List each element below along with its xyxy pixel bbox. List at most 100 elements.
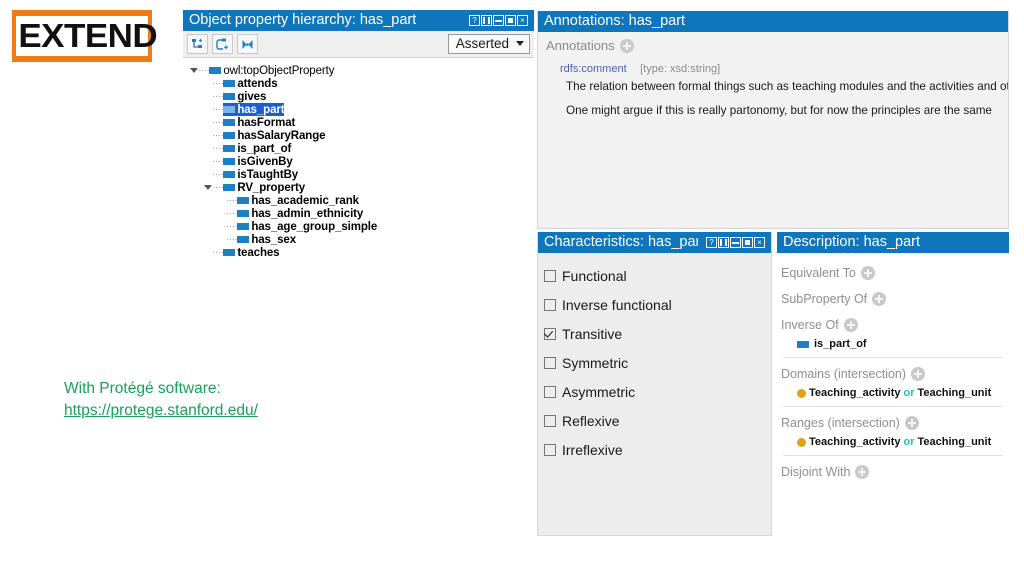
tree-item-content[interactable]: isTaughtBy <box>223 168 298 181</box>
tree-item-is-part-of[interactable]: ···· is_part_of <box>189 142 534 155</box>
expand-triangle-icon[interactable] <box>203 185 212 190</box>
divider <box>783 406 1003 407</box>
help-icon[interactable]: ? <box>469 15 480 26</box>
description-section-subproperty-of: SubProperty Of <box>781 289 1005 309</box>
tree-item-has-part[interactable]: ···· has_part <box>189 103 534 116</box>
checkbox-reflexive[interactable] <box>544 414 556 427</box>
object-property-icon <box>223 171 236 178</box>
add-annotation-icon[interactable] <box>619 38 634 53</box>
tree-item-content[interactable]: has_academic_rank <box>237 194 359 207</box>
split-icon[interactable] <box>481 15 492 26</box>
characteristic-functional[interactable]: Functional <box>544 261 771 290</box>
description-item[interactable]: Teaching_activity or Teaching_unit <box>797 435 1005 449</box>
characteristic-transitive[interactable]: Transitive <box>544 319 771 348</box>
checkbox-label: Symmetric <box>562 354 629 371</box>
view-selector-asserted[interactable]: Asserted <box>447 34 530 54</box>
help-icon[interactable]: ? <box>706 237 717 248</box>
description-section-header: Domains (intersection) <box>781 364 1005 384</box>
tree-item-hassalaryrange[interactable]: ···· hasSalaryRange <box>189 129 534 142</box>
maximize-icon[interactable] <box>505 15 516 26</box>
tree-item-rv-property[interactable]: ···· RV_property <box>189 181 534 194</box>
tree-item-attends[interactable]: ···· attends <box>189 77 534 90</box>
tree-item-selected[interactable]: has_part <box>223 103 285 116</box>
minimize-icon[interactable] <box>730 237 741 248</box>
tree-item-content[interactable]: hasSalaryRange <box>223 129 326 142</box>
characteristic-reflexive[interactable]: Reflexive <box>544 406 771 435</box>
tree-item-istaughtby[interactable]: ···· isTaughtBy <box>189 168 534 181</box>
description-section-label: SubProperty Of <box>781 292 868 306</box>
tree-item-content[interactable]: owl:topObjectProperty <box>209 64 334 77</box>
description-section-inverse-of: Inverse Of is_part_of <box>781 315 1005 358</box>
class-expression-operator: or <box>903 387 915 399</box>
expand-triangle-icon[interactable] <box>189 68 198 73</box>
tree-item-has-sex[interactable]: ···· has_sex <box>189 233 534 246</box>
tree-item-hasformat[interactable]: ···· hasFormat <box>189 116 534 129</box>
tree-item-content[interactable]: isGivenBy <box>223 155 293 168</box>
tree-item-has-age-group-simple[interactable]: ···· has_age_group_simple <box>189 220 534 233</box>
checkbox-label: Asymmetric <box>562 383 636 400</box>
tree-connector: ···· <box>198 65 210 76</box>
description-section-header: Disjoint With <box>781 462 1005 482</box>
checkbox-irreflexive[interactable] <box>544 443 556 456</box>
description-section-domains-intersection: Domains (intersection) Teaching_activity … <box>781 364 1005 407</box>
tree-item-isgivenby[interactable]: ···· isGivenBy <box>189 155 534 168</box>
tree-item-content[interactable]: hasFormat <box>223 116 295 129</box>
checkbox-functional[interactable] <box>544 269 556 282</box>
tree-item-has-admin-ethnicity[interactable]: ···· has_admin_ethnicity <box>189 207 534 220</box>
checkbox-symmetric[interactable] <box>544 356 556 369</box>
tree-window-controls: ? × <box>461 15 528 26</box>
add-subproperty-of-icon[interactable] <box>872 292 887 306</box>
characteristic-irreflexive[interactable]: Irreflexive <box>544 435 771 464</box>
add-ranges-intersection-icon[interactable] <box>904 416 919 430</box>
class-expression-right: Teaching_unit <box>917 436 992 448</box>
tree-connector: ···· <box>212 182 224 193</box>
description-item[interactable]: Teaching_activity or Teaching_unit <box>797 386 1005 400</box>
tree-item-content[interactable]: RV_property <box>223 181 305 194</box>
tree-item-content[interactable]: has_sex <box>237 233 296 246</box>
checkbox-label: Functional <box>562 267 627 284</box>
tree-item-content[interactable]: attends <box>223 77 278 90</box>
characteristic-asymmetric[interactable]: Asymmetric <box>544 377 771 406</box>
checkbox-label: Irreflexive <box>562 441 623 458</box>
description-section-disjoint-with: Disjoint With <box>781 462 1005 482</box>
tree-item-owl-topobjectproperty[interactable]: ···· owl:topObjectProperty <box>189 64 534 77</box>
characteristic-inverse-functional[interactable]: Inverse functional <box>544 290 771 319</box>
characteristics-checkbox-list: Functional Inverse functional Transitive Sy… <box>538 253 771 464</box>
tree-item-gives[interactable]: ···· gives <box>189 90 534 103</box>
maximize-icon[interactable] <box>742 237 753 248</box>
add-disjoint-with-icon[interactable] <box>855 465 870 479</box>
annotation-datatype: [type: xsd:string] <box>640 63 721 75</box>
description-section-header: Inverse Of <box>781 315 1005 335</box>
checkbox-inverse-functional[interactable] <box>544 298 556 311</box>
characteristic-symmetric[interactable]: Symmetric <box>544 348 771 377</box>
close-icon[interactable]: × <box>517 15 528 26</box>
checkbox-transitive[interactable] <box>544 327 556 340</box>
tree-item-content[interactable]: has_age_group_simple <box>237 220 377 233</box>
checkbox-asymmetric[interactable] <box>544 385 556 398</box>
add-equivalent-to-icon[interactable] <box>860 266 875 280</box>
close-icon[interactable]: × <box>754 237 765 248</box>
add-sub-property-icon[interactable] <box>187 34 208 54</box>
tree-item-content[interactable]: is_part_of <box>223 142 291 155</box>
split-icon[interactable] <box>718 237 729 248</box>
description-item[interactable]: is_part_of <box>797 337 1005 351</box>
tree-item-label: isGivenBy <box>237 155 293 168</box>
add-inverse-of-icon[interactable] <box>843 318 858 332</box>
property-tree[interactable]: ···· owl:topObjectProperty ···· attends ····… <box>183 58 534 259</box>
tree-item-content[interactable]: gives <box>223 90 266 103</box>
tree-item-has-academic-rank[interactable]: ···· has_academic_rank <box>189 194 534 207</box>
tree-item-content[interactable]: teaches <box>223 246 280 259</box>
add-sibling-property-icon[interactable] <box>212 34 233 54</box>
protege-link[interactable]: https://protege.stanford.edu/ <box>64 402 258 419</box>
tree-connector: ···· <box>212 169 224 180</box>
description-section-label: Ranges (intersection) <box>781 416 900 430</box>
tree-item-teaches[interactable]: ···· teaches <box>189 246 534 259</box>
tree-toolbar: Asserted <box>183 31 534 58</box>
class-icon <box>797 437 806 447</box>
description-panel-title: Description: has_part <box>783 234 921 250</box>
minimize-icon[interactable] <box>493 15 504 26</box>
add-domains-intersection-icon[interactable] <box>911 367 926 381</box>
annotation-entry[interactable]: rdfs:comment [type: xsd:string] The rela… <box>546 59 1008 117</box>
delete-property-icon[interactable] <box>237 34 258 54</box>
tree-item-content[interactable]: has_admin_ethnicity <box>237 207 363 220</box>
